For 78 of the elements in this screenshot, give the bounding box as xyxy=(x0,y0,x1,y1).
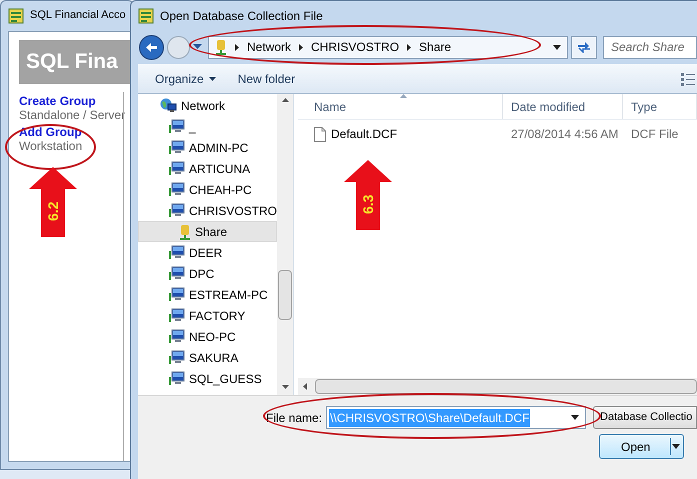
tree-item[interactable]: CHEAH-PC xyxy=(138,179,277,200)
open-button[interactable]: Open xyxy=(599,434,684,459)
breadcrumb[interactable]: CHRISVOSTRO xyxy=(311,38,400,56)
scroll-thumb[interactable] xyxy=(315,379,697,394)
tree-item[interactable]: ESTREAM-PC xyxy=(138,284,277,305)
column-header[interactable]: Type xyxy=(623,94,697,119)
column-header[interactable]: Date modified xyxy=(503,94,623,119)
tree-item[interactable]: NEO-PC xyxy=(138,326,277,347)
computer-icon xyxy=(169,245,185,260)
toolbar-button[interactable]: Organize xyxy=(155,70,216,88)
computer-icon xyxy=(169,308,185,323)
view-options-icon[interactable] xyxy=(681,72,695,86)
breadcrumb[interactable]: Share xyxy=(419,38,452,56)
tree-item[interactable]: SQL_GUESS xyxy=(138,368,277,389)
chevron-icon[interactable] xyxy=(407,44,412,50)
computer-icon xyxy=(169,140,185,155)
file-name-value: \\CHRISVOSTRO\Share\Default.DCF xyxy=(329,408,530,426)
horizontal-scrollbar[interactable] xyxy=(298,378,697,395)
computer-icon xyxy=(169,371,185,386)
column-header[interactable]: Name xyxy=(298,94,503,119)
tree-item[interactable]: ADMIN-PC xyxy=(138,137,277,158)
tree-item[interactable]: FACTORY xyxy=(138,305,277,326)
tree-item[interactable]: CHRISVOSTRO xyxy=(138,200,277,221)
computer-icon xyxy=(169,350,185,365)
file-name[interactable]: Default.DCF xyxy=(331,125,398,143)
tree-item[interactable]: _ xyxy=(138,116,277,137)
tree-item[interactable]: Share xyxy=(138,221,277,242)
up-arrow xyxy=(29,167,77,237)
toolbar-button[interactable]: New folder xyxy=(238,70,296,88)
breadcrumb[interactable]: Network xyxy=(247,38,292,56)
address-bar[interactable]: Network CHRISVOSTRO Share xyxy=(208,36,568,58)
step-label: 6.2 xyxy=(45,202,61,221)
computer-icon xyxy=(169,203,185,218)
app-icon xyxy=(138,8,154,24)
computer-icon xyxy=(169,161,185,176)
field-label: File name: xyxy=(266,410,322,426)
network-icon xyxy=(160,98,177,113)
computer-icon xyxy=(169,329,185,344)
computer-icon xyxy=(169,182,185,197)
computer-icon xyxy=(169,287,185,302)
link-caption: Workstation xyxy=(19,139,84,153)
refresh-icon xyxy=(577,41,591,53)
scroll-thumb[interactable] xyxy=(278,270,292,320)
left-arrow-icon[interactable] xyxy=(303,383,307,390)
window-title: SQL Financial Acco xyxy=(30,8,126,24)
step-label: 6.3 xyxy=(360,194,376,214)
network-share-icon xyxy=(179,224,191,240)
document-icon xyxy=(314,126,326,142)
tree-item[interactable]: SAKURA xyxy=(138,347,277,368)
chevron-icon[interactable] xyxy=(235,44,239,50)
file-type: DCF File xyxy=(630,126,680,143)
app-icon xyxy=(8,8,24,24)
file-type-dropdown[interactable]: Database Collectio xyxy=(593,406,697,429)
link-caption: Standalone / Server xyxy=(19,108,126,122)
tree-item[interactable]: ARTICUNA xyxy=(138,158,277,179)
group-link[interactable]: Create Group xyxy=(19,94,132,108)
window-title: Open Database Collection File xyxy=(160,8,323,24)
left-arrow-icon xyxy=(145,42,158,52)
banner-title: SQL Fina xyxy=(26,49,118,76)
file-date: 27/08/2014 4:56 AM xyxy=(510,126,620,143)
up-arrow-icon[interactable] xyxy=(282,98,288,102)
refresh-button[interactable] xyxy=(571,36,597,58)
sort-arrow-icon xyxy=(400,94,407,98)
caret-icon[interactable] xyxy=(571,415,580,420)
back-button[interactable] xyxy=(139,34,164,60)
down-arrow-icon[interactable] xyxy=(282,385,288,389)
up-arrow xyxy=(344,160,392,230)
tree-item[interactable]: DEER xyxy=(138,242,277,263)
vertical-scrollbar[interactable] xyxy=(277,94,293,395)
network-share-icon xyxy=(215,39,227,55)
chevron-icon[interactable] xyxy=(299,44,304,50)
tree-item[interactable]: DPC xyxy=(138,263,277,284)
search-field[interactable]: Search Share xyxy=(603,36,697,58)
caret-icon[interactable] xyxy=(553,44,561,50)
caret-icon[interactable] xyxy=(672,444,680,449)
computer-icon xyxy=(169,119,185,134)
computer-icon xyxy=(169,266,185,281)
tree-item[interactable]: Network xyxy=(138,95,277,116)
